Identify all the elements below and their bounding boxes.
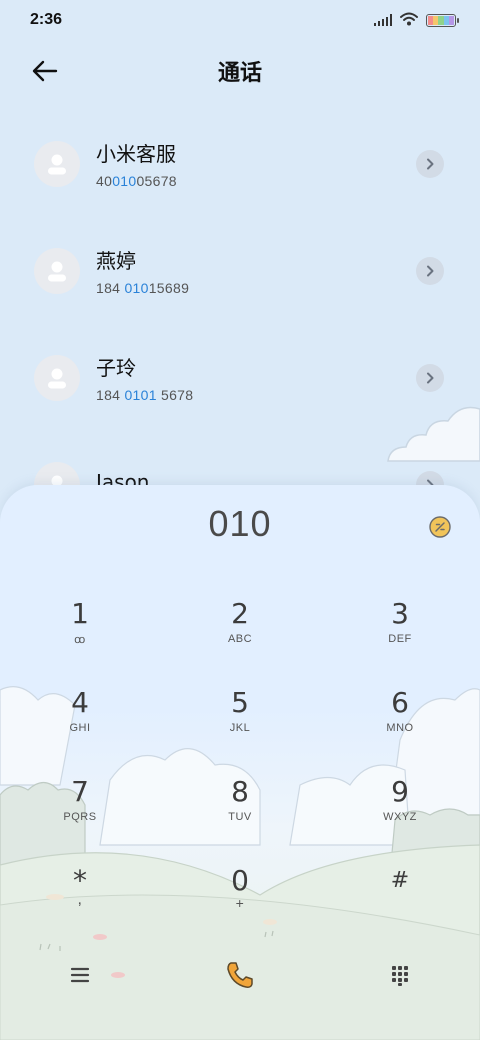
number-match: 0101 bbox=[124, 387, 157, 403]
key-digit: 6 bbox=[391, 686, 409, 719]
settings-badge-icon bbox=[429, 516, 451, 538]
battery-icon bbox=[426, 13, 459, 27]
number-part: 15689 bbox=[148, 280, 190, 296]
call-icon bbox=[227, 962, 253, 988]
key-letters: PQRS bbox=[63, 811, 97, 823]
wifi-icon bbox=[400, 11, 418, 30]
voicemail-icon: ꝏ bbox=[74, 634, 86, 646]
key-5[interactable]: 5 JKL bbox=[160, 679, 320, 768]
number-part: 5678 bbox=[156, 387, 194, 403]
contact-info: 燕婷 184 01015689 bbox=[96, 245, 446, 296]
contact-item[interactable]: 燕婷 184 01015689 bbox=[0, 217, 480, 324]
key-digit: 8 bbox=[231, 775, 249, 808]
key-0[interactable]: 0 + bbox=[160, 857, 320, 946]
contact-name: 燕婷 bbox=[96, 249, 136, 273]
key-hash[interactable]: # bbox=[320, 857, 480, 946]
avatar bbox=[34, 140, 80, 187]
back-arrow-icon bbox=[32, 60, 58, 82]
key-star[interactable]: * , bbox=[0, 857, 160, 946]
key-8[interactable]: 8 TUV bbox=[160, 768, 320, 857]
avatar bbox=[34, 354, 80, 401]
key-letters: GHI bbox=[69, 722, 91, 734]
number-part: 184 bbox=[96, 280, 125, 296]
bottom-bar bbox=[0, 955, 480, 995]
key-digit: 5 bbox=[231, 686, 249, 719]
dialpad-icon bbox=[392, 966, 408, 986]
number-match: 010 bbox=[124, 280, 149, 296]
key-digit: 7 bbox=[71, 775, 89, 808]
page-title: 通话 bbox=[217, 61, 262, 86]
back-button[interactable] bbox=[28, 54, 62, 88]
key-digit: # bbox=[390, 868, 410, 893]
call-button[interactable] bbox=[160, 959, 320, 991]
number-match: 010 bbox=[112, 173, 137, 189]
key-1[interactable]: 1 ꝏ bbox=[0, 590, 160, 679]
contact-item[interactable]: 小米客服 4001005678 bbox=[0, 110, 480, 217]
header: 通话 bbox=[0, 44, 480, 98]
key-row: 4 GHI 5 JKL 6 MNO bbox=[0, 679, 480, 768]
status-bar: 2:36 bbox=[0, 0, 480, 40]
key-2[interactable]: 2 ABC bbox=[160, 590, 320, 679]
contact-detail-button[interactable] bbox=[416, 149, 444, 178]
contact-name: 子玲 bbox=[96, 356, 136, 380]
dial-mode-button[interactable] bbox=[428, 515, 452, 539]
contact-list: 小米客服 4001005678 燕婷 184 01015689 子玲 184 0… bbox=[0, 110, 480, 538]
key-digit: 0 bbox=[231, 864, 249, 897]
number-part: 40 bbox=[96, 173, 113, 189]
menu-icon bbox=[70, 967, 90, 983]
person-icon bbox=[48, 261, 66, 281]
person-icon bbox=[48, 368, 66, 388]
chevron-right-icon bbox=[427, 265, 434, 276]
number-part: 184 bbox=[96, 387, 125, 403]
menu-button[interactable] bbox=[0, 967, 160, 983]
contact-info: 小米客服 4001005678 bbox=[96, 138, 446, 189]
key-row: 1 ꝏ 2 ABC 3 DEF bbox=[0, 590, 480, 679]
key-letters: WXYZ bbox=[383, 811, 417, 823]
dial-display[interactable]: 010 bbox=[0, 503, 480, 545]
key-digit: 3 bbox=[391, 597, 409, 630]
key-9[interactable]: 9 WXYZ bbox=[320, 768, 480, 857]
chevron-right-icon bbox=[427, 158, 434, 169]
dialpad-panel: 010 1 ꝏ 2 ABC 3 DEF 4 GHI 5 JKL 6 MNO 7 … bbox=[0, 485, 480, 1040]
contact-detail-button[interactable] bbox=[416, 256, 444, 285]
contact-name: 小米客服 bbox=[96, 142, 176, 166]
key-6[interactable]: 6 MNO bbox=[320, 679, 480, 768]
key-letters: + bbox=[235, 895, 245, 911]
key-letters: ABC bbox=[227, 633, 253, 645]
key-digit: 9 bbox=[391, 775, 409, 808]
key-letters: , bbox=[77, 891, 83, 908]
key-letters: TUV bbox=[228, 811, 252, 823]
key-digit: 4 bbox=[71, 686, 89, 719]
cloud-decoration bbox=[387, 406, 480, 462]
key-letters: DEF bbox=[388, 633, 412, 645]
signal-icon bbox=[374, 14, 392, 26]
key-letters: MNO bbox=[386, 722, 414, 734]
key-4[interactable]: 4 GHI bbox=[0, 679, 160, 768]
status-icons bbox=[374, 11, 459, 30]
key-3[interactable]: 3 DEF bbox=[320, 590, 480, 679]
key-row: * , 0 + # bbox=[0, 857, 480, 946]
key-row: 7 PQRS 8 TUV 9 WXYZ bbox=[0, 768, 480, 857]
key-digit: 1 bbox=[71, 597, 89, 630]
contact-number: 4001005678 bbox=[96, 173, 446, 189]
avatar bbox=[34, 247, 80, 294]
chevron-right-icon bbox=[427, 372, 434, 383]
contact-detail-button[interactable] bbox=[416, 363, 444, 392]
person-icon bbox=[48, 154, 66, 174]
key-digit: 2 bbox=[231, 597, 249, 630]
key-7[interactable]: 7 PQRS bbox=[0, 768, 160, 857]
status-time: 2:36 bbox=[30, 11, 63, 28]
keypad: 1 ꝏ 2 ABC 3 DEF 4 GHI 5 JKL 6 MNO 7 PQRS… bbox=[0, 590, 480, 946]
key-letters: JKL bbox=[229, 722, 251, 734]
dialpad-toggle-button[interactable] bbox=[320, 964, 480, 986]
contact-number: 184 01015689 bbox=[96, 280, 446, 296]
number-part: 05678 bbox=[136, 173, 177, 189]
